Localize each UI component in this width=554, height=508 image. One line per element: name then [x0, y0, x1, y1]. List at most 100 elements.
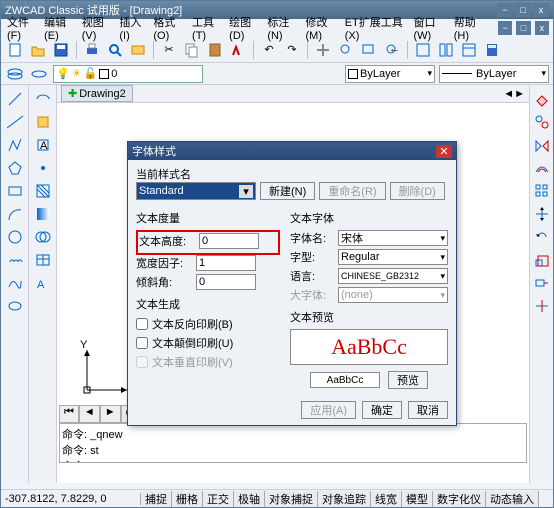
rename-button[interactable]: 重命名(R) — [319, 182, 385, 200]
width-input[interactable] — [196, 255, 256, 271]
osnap-toggle[interactable]: 对象捕捉 — [265, 491, 318, 507]
doc-close-button[interactable]: x — [535, 21, 549, 35]
fontname-combo[interactable]: 宋体 — [338, 230, 448, 246]
ellipse-arc-icon[interactable] — [33, 89, 53, 109]
open-icon[interactable] — [28, 40, 48, 60]
menu-draw[interactable]: 绘图(D) — [227, 13, 263, 43]
ellipse-icon[interactable] — [5, 296, 25, 316]
snap-toggle[interactable]: 捕捉 — [141, 491, 172, 507]
properties-icon[interactable] — [413, 40, 433, 60]
preview-input[interactable]: AaBbCc — [310, 372, 380, 388]
ok-button[interactable]: 确定 — [362, 401, 402, 419]
oblique-input[interactable] — [196, 274, 256, 290]
maximize-button[interactable]: □ — [515, 3, 531, 17]
offset-icon[interactable] — [532, 158, 552, 178]
copy-icon[interactable] — [182, 40, 202, 60]
linetype-combo[interactable]: ByLayer — [439, 65, 549, 83]
tab-nav-right[interactable]: ► — [514, 88, 525, 100]
height-input[interactable] — [199, 233, 259, 249]
ortho-toggle[interactable]: 正交 — [203, 491, 234, 507]
save-icon[interactable] — [51, 40, 71, 60]
doc-minimize-button[interactable]: − — [498, 21, 512, 35]
grid-toggle[interactable]: 栅格 — [172, 491, 203, 507]
preview-button[interactable]: 预览 — [388, 371, 428, 389]
mtab-nav-prev[interactable]: ◄ — [79, 405, 100, 423]
new-icon[interactable] — [5, 40, 25, 60]
doc-restore-button[interactable]: □ — [516, 21, 530, 35]
menu-tools[interactable]: 工具(T) — [190, 13, 225, 43]
print-icon[interactable] — [82, 40, 102, 60]
insert-block-icon[interactable] — [33, 112, 53, 132]
lweight-toggle[interactable]: 线宽 — [371, 491, 402, 507]
fontstyle-combo[interactable]: Regular — [338, 249, 448, 265]
xline-icon[interactable] — [5, 112, 25, 132]
zoom-window-icon[interactable] — [359, 40, 379, 60]
revcloud-icon[interactable] — [5, 250, 25, 270]
menu-window[interactable]: 窗口(W) — [411, 13, 449, 43]
menu-modify[interactable]: 修改(M) — [304, 13, 341, 43]
layer-manager-icon[interactable] — [5, 64, 25, 84]
pan-icon[interactable] — [313, 40, 333, 60]
polyline-icon[interactable] — [5, 135, 25, 155]
menu-insert[interactable]: 插入(I) — [117, 13, 149, 43]
erase-icon[interactable] — [532, 89, 552, 109]
spline-icon[interactable] — [5, 273, 25, 293]
tablet-toggle[interactable]: 数字化仪 — [433, 491, 486, 507]
table-icon[interactable] — [33, 250, 53, 270]
otrack-toggle[interactable]: 对象追踪 — [318, 491, 371, 507]
upside-checkbox[interactable]: 文本颠倒印刷(U) — [136, 335, 280, 351]
tab-nav-left[interactable]: ◄ — [503, 88, 514, 100]
dialog-close-icon[interactable]: ✕ — [436, 145, 452, 158]
publish-icon[interactable] — [128, 40, 148, 60]
menu-help[interactable]: 帮助(H) — [452, 13, 488, 43]
mirror-icon[interactable] — [532, 135, 552, 155]
command-line[interactable]: 命令: _qnew 命令: st 命令: — [59, 423, 527, 463]
dialog-titlebar[interactable]: 字体样式 ✕ — [128, 142, 456, 160]
mtab-nav-first[interactable]: ⏮ — [59, 405, 79, 423]
trim-icon[interactable] — [532, 296, 552, 316]
mtab-nav-next[interactable]: ► — [100, 405, 121, 423]
hatch-icon[interactable] — [33, 181, 53, 201]
menu-dim[interactable]: 标注(N) — [265, 13, 301, 43]
make-block-icon[interactable]: A — [33, 135, 53, 155]
preview-icon[interactable] — [105, 40, 125, 60]
color-combo[interactable]: ByLayer — [345, 65, 435, 83]
minimize-button[interactable]: − — [497, 3, 513, 17]
lang-combo[interactable]: CHINESE_GB2312 — [338, 268, 448, 284]
move-icon[interactable] — [532, 204, 552, 224]
rotate-icon[interactable] — [532, 227, 552, 247]
array-icon[interactable] — [532, 181, 552, 201]
scale-icon[interactable] — [532, 250, 552, 270]
backwards-checkbox[interactable]: 文本反向印刷(B) — [136, 316, 280, 332]
model-toggle[interactable]: 模型 — [402, 491, 433, 507]
redo-icon[interactable]: ↷ — [282, 40, 302, 60]
copy2-icon[interactable] — [532, 112, 552, 132]
mtext-icon[interactable]: A — [33, 273, 53, 293]
new-button[interactable]: 新建(N) — [260, 182, 315, 200]
menu-edit[interactable]: 编辑(E) — [42, 13, 78, 43]
design-center-icon[interactable] — [436, 40, 456, 60]
close-button[interactable]: x — [533, 3, 549, 17]
calculator-icon[interactable] — [482, 40, 502, 60]
region-icon[interactable] — [33, 227, 53, 247]
polygon-icon[interactable] — [5, 158, 25, 178]
zoom-prev-icon[interactable]: ← — [382, 40, 402, 60]
point-icon[interactable] — [33, 158, 53, 178]
menu-et[interactable]: ET扩展工具(X) — [343, 13, 410, 43]
layer-combo[interactable]: 💡 ☀ 🔓 0 — [53, 65, 203, 83]
polar-toggle[interactable]: 极轴 — [234, 491, 265, 507]
gradient-icon[interactable] — [33, 204, 53, 224]
stretch-icon[interactable] — [532, 273, 552, 293]
apply-button[interactable]: 应用(A) — [301, 401, 356, 419]
undo-icon[interactable]: ↶ — [259, 40, 279, 60]
menu-file[interactable]: 文件(F) — [5, 13, 40, 43]
menu-view[interactable]: 视图(V) — [80, 13, 116, 43]
cancel-button[interactable]: 取消 — [408, 401, 448, 419]
match-icon[interactable] — [228, 40, 248, 60]
style-name-combo[interactable]: Standard — [136, 182, 256, 200]
menu-format[interactable]: 格式(O) — [151, 13, 188, 43]
layer-states-icon[interactable] — [29, 64, 49, 84]
delete-button[interactable]: 删除(D) — [390, 182, 445, 200]
cut-icon[interactable]: ✂ — [159, 40, 179, 60]
rectangle-icon[interactable] — [5, 181, 25, 201]
